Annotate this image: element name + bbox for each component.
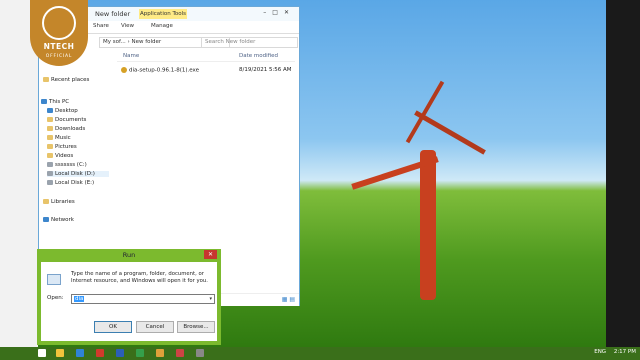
downloads-icon <box>47 126 53 131</box>
browse-button[interactable]: Browse... <box>177 321 215 333</box>
run-body: Type the name of a program, folder, docu… <box>41 262 217 341</box>
file-date-cell: 8/19/2021 5:56 AM <box>239 67 292 73</box>
system-tray: ENG 2:17 PM <box>588 349 636 355</box>
desktop-icon <box>47 108 53 113</box>
media-taskbar-icon[interactable] <box>176 349 184 357</box>
logo-text: NTECH <box>43 42 75 51</box>
drive-icon <box>47 162 53 167</box>
run-titlebar[interactable]: Run ✕ <box>37 249 221 261</box>
file-name-cell: dia-setup-0.96.1-8(1).exe <box>121 67 199 74</box>
nav-network[interactable]: Network <box>43 217 74 223</box>
nav-drive-c[interactable]: sssssss (C:) <box>47 162 87 168</box>
nav-drive-d[interactable]: Local Disk (D:) <box>47 171 109 177</box>
run-description: Type the name of a program, folder, docu… <box>71 271 208 284</box>
nav-videos[interactable]: Videos <box>47 153 73 159</box>
search-input[interactable]: Search New folder <box>201 37 298 48</box>
nav-recent-places[interactable]: Recent places <box>43 77 89 83</box>
explorer-taskbar-icon[interactable] <box>56 349 64 357</box>
music-icon <box>47 135 53 140</box>
run-title: Run <box>122 251 136 259</box>
ie-taskbar-icon[interactable] <box>76 349 84 357</box>
column-name[interactable]: Name <box>123 53 139 59</box>
nav-documents[interactable]: Documents <box>47 117 86 123</box>
logo-ring <box>42 6 76 40</box>
start-icon[interactable] <box>38 349 46 357</box>
folder-taskbar-icon[interactable] <box>156 349 164 357</box>
pictures-icon <box>47 144 53 149</box>
computer-icon <box>41 99 47 104</box>
run-icon <box>47 274 61 285</box>
nav-this-pc[interactable]: This PC <box>41 99 69 105</box>
cancel-button[interactable]: Cancel <box>136 321 174 333</box>
installer-icon <box>121 67 127 73</box>
application-tools-tab[interactable]: Application Tools <box>139 9 187 19</box>
nav-downloads[interactable]: Downloads <box>47 126 85 132</box>
app-taskbar-icon[interactable] <box>96 349 104 357</box>
logo-subtext: OFFICIAL <box>45 54 73 59</box>
window-controls[interactable]: –□✕ <box>263 9 295 16</box>
nav-libraries[interactable]: Libraries <box>43 199 75 205</box>
app2-taskbar-icon[interactable] <box>196 349 204 357</box>
nav-music[interactable]: Music <box>47 135 71 141</box>
run-dialog[interactable]: Run ✕ Type the name of a program, folder… <box>37 249 221 345</box>
tab-manage[interactable]: Manage <box>151 23 173 29</box>
left-letterbox <box>0 0 38 347</box>
nav-drive-e[interactable]: Local Disk (E:) <box>47 180 94 186</box>
right-letterbox <box>606 0 640 347</box>
nav-pictures[interactable]: Pictures <box>47 144 77 150</box>
tree-branch <box>414 110 486 155</box>
language-indicator[interactable]: ENG <box>594 349 606 355</box>
screen: New folder Application Tools –□✕ Share V… <box>0 0 640 360</box>
column-headers: Name Date modified <box>117 51 295 62</box>
excel-taskbar-icon[interactable] <box>136 349 144 357</box>
file-row[interactable]: dia-setup-0.96.1-8(1).exe 8/19/2021 5:56… <box>119 67 295 76</box>
tree-trunk <box>420 150 436 300</box>
tab-share[interactable]: Share <box>93 23 109 29</box>
folder-icon <box>43 77 49 82</box>
libraries-icon <box>43 199 49 204</box>
column-date[interactable]: Date modified <box>239 53 278 59</box>
open-input-value: dia <box>74 296 85 302</box>
view-toggle-icons[interactable]: ▦ ▤ <box>282 296 295 303</box>
ntech-logo: NTECH OFFICIAL <box>30 0 88 66</box>
open-input[interactable]: dia ▾ <box>71 294 215 304</box>
drive-icon <box>47 171 53 176</box>
taskbar: ENG 2:17 PM <box>0 347 640 360</box>
drive-icon <box>47 180 53 185</box>
ok-button[interactable]: OK <box>94 321 132 333</box>
close-button[interactable]: ✕ <box>204 250 217 259</box>
chevron-down-icon[interactable]: ▾ <box>209 295 212 303</box>
network-icon <box>43 217 49 222</box>
explorer-title: New folder <box>95 10 131 18</box>
tab-view[interactable]: View <box>121 23 134 29</box>
nav-desktop[interactable]: Desktop <box>47 108 78 114</box>
documents-icon <box>47 117 53 122</box>
clock[interactable]: 2:17 PM <box>614 349 636 355</box>
open-label: Open: <box>47 295 64 301</box>
tree-branch <box>405 80 445 144</box>
videos-icon <box>47 153 53 158</box>
word-taskbar-icon[interactable] <box>116 349 124 357</box>
